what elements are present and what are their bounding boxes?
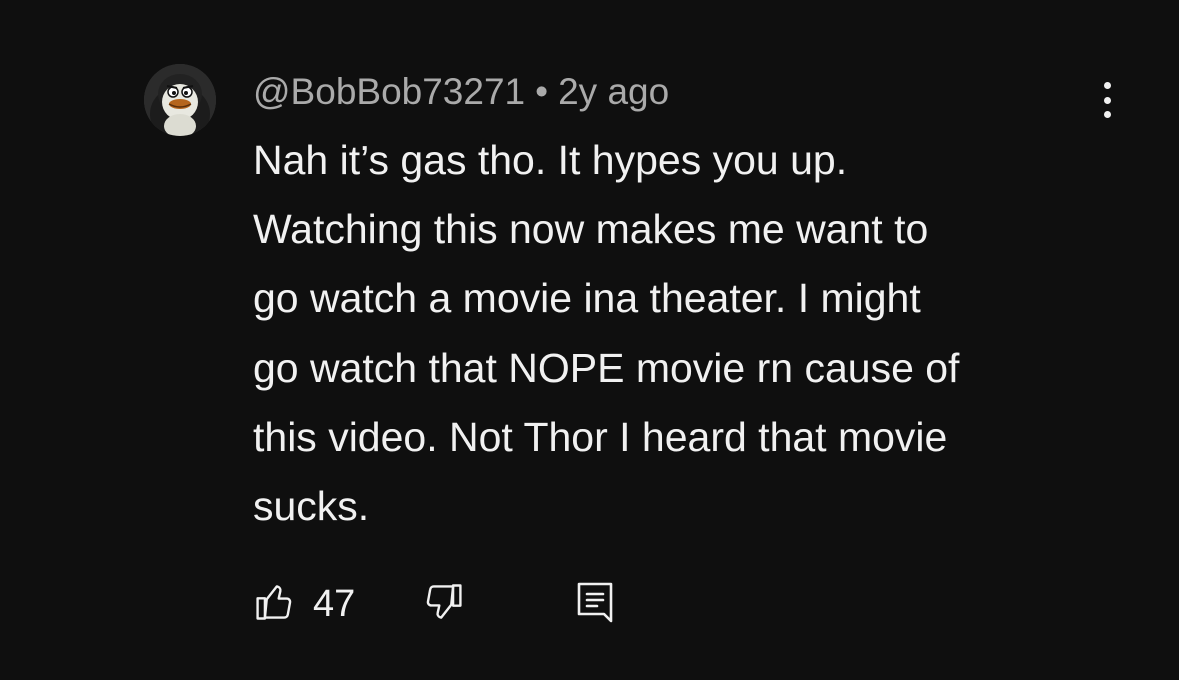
like-button[interactable]: 47 — [253, 580, 355, 628]
comment-card: @BobBob73271 • 2y ago Nah it’s gas tho. It… — [0, 0, 1179, 680]
comment-meta: @BobBob73271 • 2y ago — [253, 70, 669, 114]
comment-timestamp[interactable]: 2y ago — [558, 71, 669, 112]
reply-button[interactable] — [573, 580, 617, 628]
dislike-button[interactable] — [421, 580, 465, 628]
comment-actions: 47 — [253, 580, 653, 630]
like-count: 47 — [313, 582, 356, 625]
thumbs-up-icon — [253, 580, 297, 629]
penguin-avatar-icon — [144, 64, 216, 136]
comment-text: Nah it’s gas tho. It hypes you up. Watch… — [253, 137, 960, 530]
thumbs-down-icon — [421, 580, 465, 629]
author-handle[interactable]: @BobBob73271 — [253, 71, 525, 112]
more-actions-button[interactable] — [1090, 78, 1124, 122]
reply-comment-icon — [573, 578, 617, 631]
avatar[interactable] — [144, 64, 216, 136]
more-vertical-icon — [1103, 82, 1111, 118]
meta-separator: • — [535, 71, 549, 112]
